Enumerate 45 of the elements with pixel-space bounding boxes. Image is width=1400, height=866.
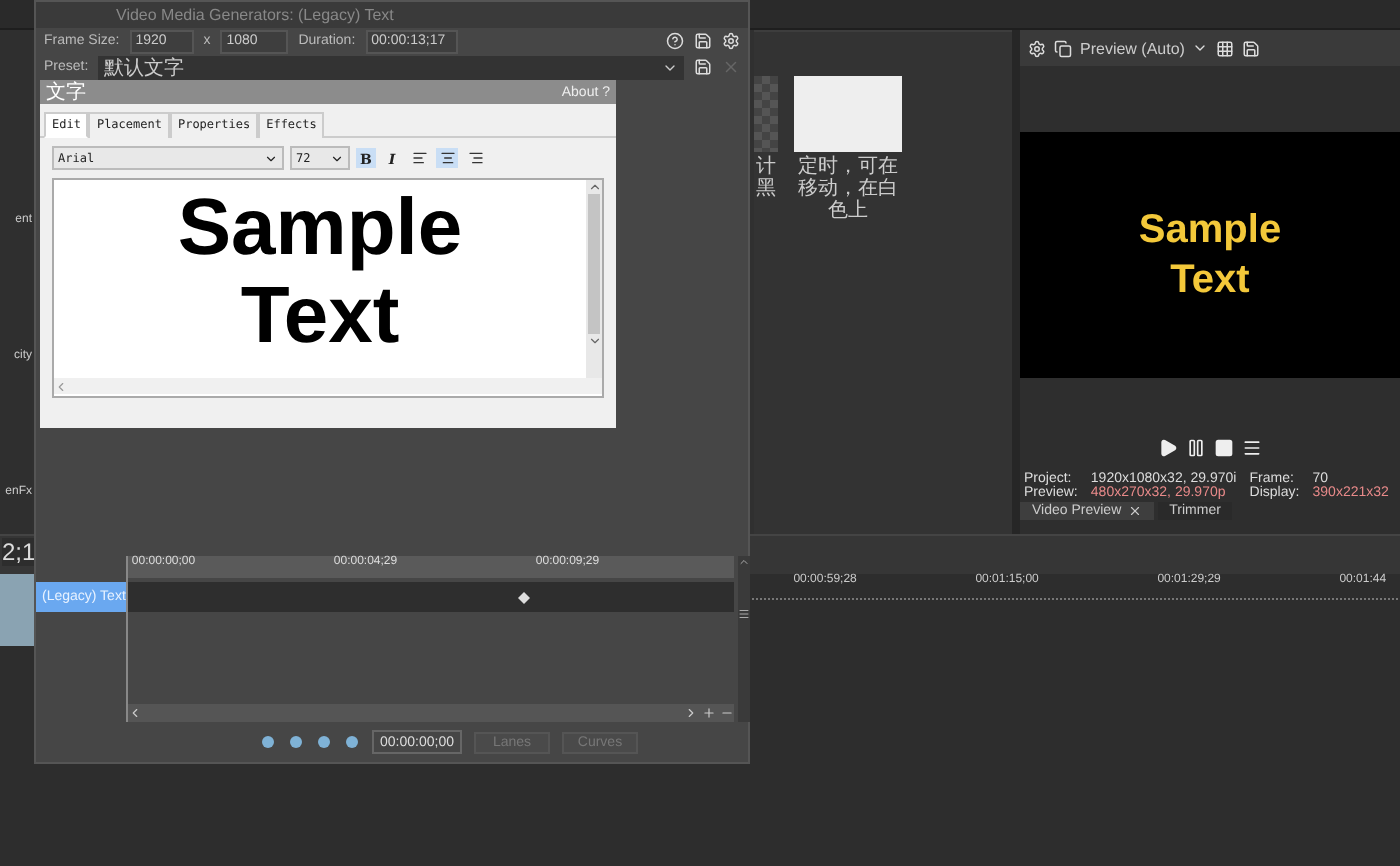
preview-text: Sample Text [1136, 205, 1284, 305]
thumbnail[interactable] [794, 76, 902, 152]
caret-icon[interactable] [1192, 40, 1209, 56]
thumbnail-label: 计黑 [754, 156, 778, 200]
align-left-button[interactable] [408, 148, 430, 168]
caret-icon[interactable] [330, 151, 344, 165]
preview-mode-dropdown[interactable]: Preview (Auto) [1080, 39, 1185, 57]
first-keyframe-button[interactable] [260, 734, 276, 750]
align-right-button[interactable] [464, 148, 486, 168]
menu-icon[interactable] [1242, 438, 1262, 458]
settings-icon[interactable] [722, 32, 740, 50]
zoom-in-icon[interactable] [701, 706, 716, 720]
scroll-up-icon[interactable] [587, 180, 601, 194]
caret-icon[interactable] [264, 151, 278, 165]
scroll-left-icon[interactable] [127, 706, 142, 720]
play-icon[interactable] [1158, 438, 1178, 458]
align-center-button[interactable] [436, 148, 458, 168]
last-keyframe-button[interactable] [344, 734, 360, 750]
grip-icon[interactable] [737, 608, 750, 620]
grid-icon[interactable] [1216, 39, 1235, 57]
preset-dropdown[interactable]: 默认文字 [98, 55, 684, 79]
scroll-right-icon[interactable] [683, 706, 698, 720]
save-icon[interactable] [1242, 39, 1261, 57]
copy-icon[interactable] [1054, 39, 1072, 57]
thumbnail-label: 定时，可在移动，在白色上 [796, 156, 900, 222]
keyframe-marker[interactable] [517, 592, 530, 604]
thumbnail[interactable] [754, 76, 778, 152]
panel-title: 文字 [46, 79, 86, 106]
save-icon[interactable] [694, 32, 712, 50]
scrollbar[interactable] [127, 704, 734, 722]
previous-keyframe-button[interactable] [288, 734, 304, 750]
scrollbar[interactable] [586, 180, 602, 378]
next-keyframe-button[interactable] [316, 734, 332, 750]
pause-icon[interactable] [1186, 438, 1206, 458]
editor-text: Sample Text [175, 182, 465, 364]
scrollbar[interactable] [737, 556, 750, 722]
text-editor[interactable]: Sample Text [52, 178, 604, 398]
timecode: 2;1 [2, 538, 36, 566]
scrollbar[interactable] [54, 378, 602, 394]
help-icon[interactable] [666, 32, 684, 50]
stop-icon[interactable] [1214, 438, 1234, 458]
window-title: Video Media Generators: (Legacy) Text [36, 2, 748, 28]
scroll-down-icon[interactable] [587, 334, 601, 348]
settings-icon[interactable] [1028, 39, 1046, 57]
save-icon[interactable] [694, 58, 712, 76]
